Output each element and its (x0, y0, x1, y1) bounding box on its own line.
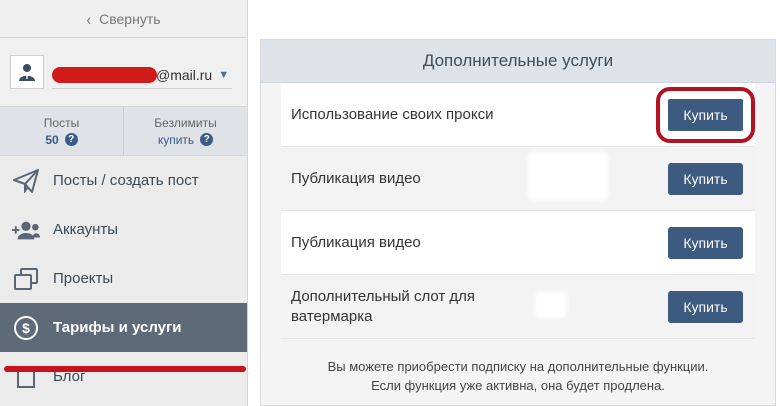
panel-title: Дополнительные услуги (261, 40, 775, 83)
projects-icon (12, 265, 40, 293)
erased-area (528, 152, 608, 200)
services-panel: Дополнительные услуги Использование свои… (260, 39, 776, 406)
buy-button[interactable]: Купить (668, 226, 743, 259)
sidebar-item-posts[interactable]: Посты / создать пост (0, 156, 247, 205)
help-icon[interactable]: ? (64, 133, 78, 146)
sidebar-item-label: Тарифы и услуги (53, 319, 182, 336)
avatar[interactable] (10, 55, 44, 89)
sidebar-item-label: Проекты (53, 270, 114, 287)
service-name: Использование своих прокси (291, 105, 494, 123)
collapse-button[interactable]: ‹ Свернуть (0, 0, 247, 38)
send-icon (12, 167, 40, 195)
collapse-label: Свернуть (99, 10, 161, 27)
service-row: Дополнительный слот для ватермарка Купит… (281, 275, 755, 339)
service-row: Публикация видео Купить (281, 147, 755, 211)
help-icon[interactable]: ? (200, 133, 214, 146)
caret-down-icon: ▼ (218, 69, 230, 81)
chevron-left-icon: ‹ (86, 8, 92, 29)
annotation-underline (4, 366, 246, 372)
sidebar-item-tariffs[interactable]: $ Тарифы и услуги (0, 303, 247, 352)
account-selector[interactable]: @mail.ru ▼ (52, 66, 232, 89)
sidebar: ‹ Свернуть @mail.ru ▼ Посты 50 ? Безлими… (0, 0, 248, 406)
stat-posts-label: Посты (43, 115, 80, 130)
buy-button[interactable]: Купить (668, 290, 743, 323)
dollar-icon: $ (12, 314, 40, 342)
user-icon (19, 64, 35, 81)
stat-posts-value: 50 (45, 132, 59, 147)
stat-posts: Посты 50 ? (0, 107, 123, 155)
footer-line: Если функция уже активна, она будет прод… (371, 378, 665, 393)
user-block: @mail.ru ▼ (0, 38, 247, 107)
redaction-mark (52, 67, 157, 83)
sidebar-nav: Посты / создать пост Аккаунты Проекты $ … (0, 156, 247, 401)
stats-bar: Посты 50 ? Безлимиты купить ? (0, 107, 247, 156)
sidebar-item-blog[interactable]: Блог (0, 352, 247, 401)
sidebar-item-label: Аккаунты (53, 221, 119, 238)
footer-note: Вы можете приобрести подписку на дополни… (261, 357, 775, 395)
service-name: Публикация видео (291, 233, 421, 251)
service-name: Дополнительный слот для ватермарка (291, 287, 476, 325)
sidebar-item-projects[interactable]: Проекты (0, 254, 247, 303)
users-icon (12, 216, 40, 244)
email-suffix: @mail.ru (156, 67, 213, 83)
stat-posts-value-wrap: 50 ? (45, 132, 78, 147)
sidebar-item-accounts[interactable]: Аккаунты (0, 205, 247, 254)
erased-area (535, 292, 567, 318)
footer-line: Вы можете приобрести подписку на дополни… (327, 359, 709, 374)
sidebar-item-label: Посты / создать пост (53, 172, 199, 189)
services-list: Использование своих прокси Купить Публик… (281, 83, 755, 339)
service-name: Публикация видео (291, 169, 421, 187)
service-row: Публикация видео Купить (281, 211, 755, 275)
buy-button[interactable]: Купить (656, 86, 755, 143)
stat-unlimited-label: Безлимиты (154, 115, 217, 130)
buy-button[interactable]: Купить (668, 162, 743, 195)
service-row: Использование своих прокси Купить (281, 83, 755, 147)
stat-unlimited-value-wrap: купить ? (158, 133, 214, 147)
svg-text:$: $ (22, 320, 30, 336)
buy-unlimited-link[interactable]: купить (158, 133, 194, 147)
stat-unlimited: Безлимиты купить ? (123, 107, 247, 155)
